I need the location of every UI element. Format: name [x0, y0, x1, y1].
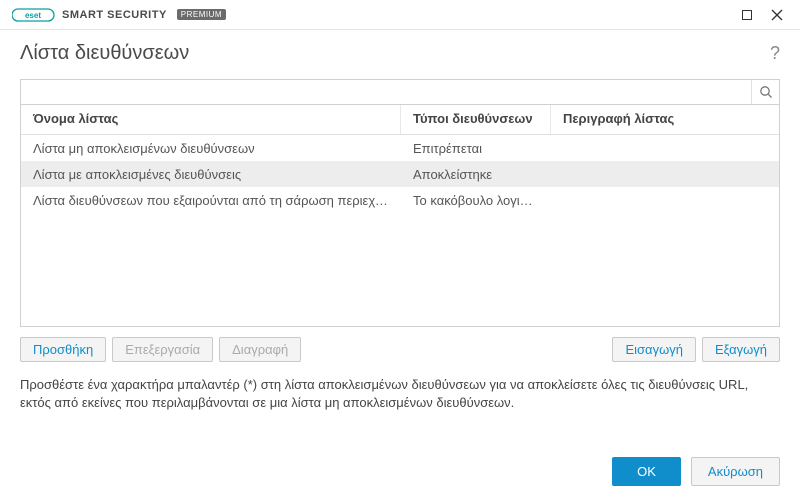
cell-desc [551, 144, 779, 152]
search-icon [759, 85, 773, 99]
add-button[interactable]: Προσθήκη [20, 337, 106, 362]
brand-badge: PREMIUM [177, 9, 226, 20]
cell-type: Αποκλείστηκε [401, 163, 551, 186]
toolbar: Προσθήκη Επεξεργασία Διαγραφή Εισαγωγή Ε… [20, 337, 780, 362]
edit-button[interactable]: Επεξεργασία [112, 337, 213, 362]
table-body: Λίστα μη αποκλεισμένων διευθύνσεωνΕπιτρέ… [21, 135, 779, 213]
ok-button[interactable]: OK [612, 457, 681, 486]
delete-button[interactable]: Διαγραφή [219, 337, 301, 362]
footer: OK Ακύρωση [612, 457, 780, 486]
table-header: Όνομα λίστας Τύποι διευθύνσεων Περιγραφή… [21, 105, 779, 135]
cell-type: Το κακόβουλο λογισμικό ... [401, 189, 551, 212]
brand: eset SMART SECURITY PREMIUM [12, 8, 226, 22]
cancel-button[interactable]: Ακύρωση [691, 457, 780, 486]
column-header-desc[interactable]: Περιγραφή λίστας [551, 105, 779, 134]
cell-name: Λίστα με αποκλεισμένες διευθύνσεις [21, 163, 401, 186]
page-title: Λίστα διευθύνσεων [20, 42, 189, 65]
column-header-type[interactable]: Τύποι διευθύνσεων [401, 105, 551, 134]
close-button[interactable] [762, 0, 792, 30]
address-list-table: Όνομα λίστας Τύποι διευθύνσεων Περιγραφή… [20, 105, 780, 327]
window-controls [732, 0, 792, 30]
cell-desc [551, 170, 779, 178]
cell-desc [551, 196, 779, 204]
export-button[interactable]: Εξαγωγή [702, 337, 780, 362]
maximize-button[interactable] [732, 0, 762, 30]
table-row[interactable]: Λίστα με αποκλεισμένες διευθύνσειςΑποκλε… [21, 161, 779, 187]
search-bar [20, 79, 780, 105]
search-input[interactable] [21, 80, 751, 104]
hint-text: Προσθέστε ένα χαρακτήρα μπαλαντέρ (*) στ… [0, 362, 800, 412]
import-button[interactable]: Εισαγωγή [612, 337, 695, 362]
eset-logo-icon: eset [12, 8, 56, 22]
header: Λίστα διευθύνσεων ? [20, 42, 780, 65]
titlebar: eset SMART SECURITY PREMIUM [0, 0, 800, 30]
table-row[interactable]: Λίστα μη αποκλεισμένων διευθύνσεωνΕπιτρέ… [21, 135, 779, 161]
cell-name: Λίστα διευθύνσεων που εξαιρούνται από τη… [21, 189, 401, 212]
column-header-name[interactable]: Όνομα λίστας [21, 105, 401, 134]
toolbar-right: Εισαγωγή Εξαγωγή [612, 337, 780, 362]
search-button[interactable] [751, 80, 779, 104]
help-icon[interactable]: ? [770, 43, 780, 64]
content: Λίστα διευθύνσεων ? Όνομα λίστας Τύποι δ… [0, 30, 800, 362]
brand-text: SMART SECURITY [62, 9, 167, 21]
toolbar-left: Προσθήκη Επεξεργασία Διαγραφή [20, 337, 301, 362]
cell-type: Επιτρέπεται [401, 137, 551, 160]
cell-name: Λίστα μη αποκλεισμένων διευθύνσεων [21, 137, 401, 160]
table-row[interactable]: Λίστα διευθύνσεων που εξαιρούνται από τη… [21, 187, 779, 213]
svg-text:eset: eset [25, 11, 41, 20]
